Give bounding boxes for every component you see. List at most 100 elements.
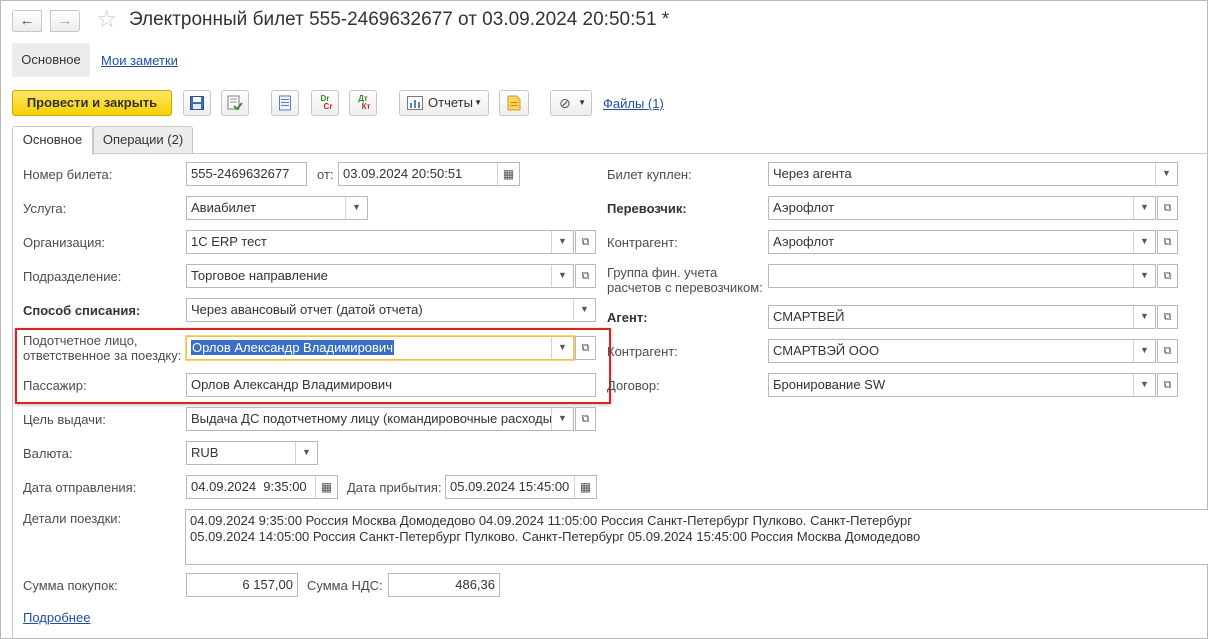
chevron-down-icon[interactable]: ▼ <box>551 265 573 287</box>
save-button[interactable] <box>183 90 211 116</box>
tab-main[interactable]: Основное <box>12 126 93 155</box>
chevron-down-icon[interactable]: ▼ <box>551 231 573 253</box>
agent-counterparty-select[interactable]: СМАРТВЭЙ ООО ▼ <box>768 339 1156 363</box>
purpose-label: Цель выдачи: <box>23 412 106 427</box>
open-icon[interactable]: ⧉ <box>1157 230 1178 254</box>
carrier-label: Перевозчик: <box>607 201 687 216</box>
chevron-down-icon[interactable]: ▼ <box>295 442 317 464</box>
chevron-down-icon[interactable]: ▼ <box>551 408 573 430</box>
accountable-label-line1: Подотчетное лицо, <box>23 333 138 348</box>
chevron-down-icon[interactable]: ▼ <box>1133 374 1155 396</box>
fin-group-label-line1: Группа фин. учета <box>607 265 718 280</box>
service-select[interactable]: Авиабилет ▼ <box>186 196 368 220</box>
accountable-label-line2: ответственное за поездку: <box>23 348 182 363</box>
open-icon[interactable]: ⧉ <box>1157 264 1178 288</box>
vat-sum-label: Сумма НДС: <box>307 578 383 593</box>
section-main[interactable]: Основное <box>12 43 90 77</box>
passenger-label: Пассажир: <box>23 378 87 393</box>
chevron-down-icon[interactable]: ▼ <box>1133 197 1155 219</box>
open-icon[interactable]: ⧉ <box>575 264 596 288</box>
service-value: Авиабилет <box>191 200 257 215</box>
open-icon[interactable]: ⧉ <box>575 407 596 431</box>
arrow-right-icon: → <box>57 12 73 29</box>
agent-label: Агент: <box>607 310 648 325</box>
list-button[interactable] <box>271 90 299 116</box>
chevron-down-icon[interactable]: ▼ <box>345 197 367 219</box>
dr-cr-button[interactable]: Dr Cr <box>311 90 339 116</box>
open-icon[interactable]: ⧉ <box>1157 305 1178 329</box>
section-notes-link[interactable]: Мои заметки <box>101 53 178 68</box>
bought-select[interactable]: Через агента ▼ <box>768 162 1178 186</box>
passenger-field[interactable]: Орлов Александр Владимирович <box>186 373 596 397</box>
agent-select[interactable]: СМАРТВЕЙ ▼ <box>768 305 1156 329</box>
chevron-down-icon[interactable]: ▼ <box>1133 306 1155 328</box>
carrier-select[interactable]: Аэрофлот ▼ <box>768 196 1156 220</box>
more-details-link[interactable]: Подробнее <box>23 610 90 625</box>
organization-select[interactable]: 1С ERP тест ▼ <box>186 230 574 254</box>
post-and-close-button[interactable]: Провести и закрыть <box>12 90 172 116</box>
fin-group-label: Группа фин. учета расчетов с перевозчико… <box>607 265 763 295</box>
currency-select[interactable]: RUB ▼ <box>186 441 318 465</box>
ticket-date-field[interactable]: 03.09.2024 20:50:51 ▦ <box>338 162 520 186</box>
trip-details-label: Детали поездки: <box>23 511 122 526</box>
attach-menu-button[interactable]: ⊘ ▼ <box>550 90 592 116</box>
chevron-down-icon[interactable]: ▼ <box>551 337 573 359</box>
writeoff-method-label: Способ списания: <box>23 303 141 318</box>
files-link[interactable]: Файлы (1) <box>603 96 664 111</box>
list-icon <box>279 95 291 111</box>
open-icon[interactable]: ⧉ <box>1157 339 1178 363</box>
chevron-down-icon[interactable]: ▼ <box>1155 163 1177 185</box>
calendar-icon[interactable]: ▦ <box>497 163 519 185</box>
fin-group-select[interactable]: ▼ <box>768 264 1156 288</box>
ticket-number-value: 555-2469632677 <box>191 166 290 181</box>
purchase-sum-field[interactable]: 6 157,00 <box>186 573 298 597</box>
open-icon[interactable]: ⧉ <box>1157 373 1178 397</box>
note-button[interactable] <box>499 90 529 116</box>
service-label: Услуга: <box>23 201 67 216</box>
document-window: ← → ☆ Электронный билет 555-2469632677 о… <box>0 0 1208 639</box>
page-title: Электронный билет 555-2469632677 от 03.0… <box>129 9 670 30</box>
open-icon[interactable]: ⧉ <box>575 336 596 360</box>
dt-kt-icon: Дт Кт <box>356 95 370 111</box>
calendar-icon[interactable]: ▦ <box>574 476 596 498</box>
ticket-number-label: Номер билета: <box>23 167 113 182</box>
post-button[interactable] <box>221 90 249 116</box>
vat-sum-field[interactable]: 486,36 <box>388 573 500 597</box>
chevron-down-icon[interactable]: ▼ <box>1133 265 1155 287</box>
departure-date-field[interactable]: 04.09.2024 9:35:00 ▦ <box>186 475 338 499</box>
arrow-left-icon: ← <box>19 12 35 29</box>
paperclip-icon: ⊘ <box>559 95 571 111</box>
accountable-person-select[interactable]: Орлов Александр Владимирович ▼ <box>186 336 574 360</box>
department-value: Торговое направление <box>191 268 328 283</box>
calendar-icon[interactable]: ▦ <box>315 476 337 498</box>
ticket-number-field[interactable]: 555-2469632677 <box>186 162 307 186</box>
trip-details-line1: 04.09.2024 9:35:00 Россия Москва Домодед… <box>190 513 913 528</box>
arrival-date-field[interactable]: 05.09.2024 15:45:00 ▦ <box>445 475 597 499</box>
purpose-select[interactable]: Выдача ДС подотчетному лицу (командирово… <box>186 407 574 431</box>
department-select[interactable]: Торговое направление ▼ <box>186 264 574 288</box>
carrier-value: Аэрофлот <box>773 200 835 215</box>
reports-menu-button[interactable]: Отчеты ▼ <box>399 90 489 116</box>
vat-sum-value: 486,36 <box>455 577 495 592</box>
contract-select[interactable]: Бронирование SW ▼ <box>768 373 1156 397</box>
cr-label: Cr <box>323 102 333 111</box>
departure-date-label: Дата отправления: <box>23 480 137 495</box>
trip-details-textarea[interactable]: 04.09.2024 9:35:00 Россия Москва Домодед… <box>185 509 1208 565</box>
bought-value: Через агента <box>773 166 852 181</box>
chevron-down-icon[interactable]: ▼ <box>1133 231 1155 253</box>
contract-value: Бронирование SW <box>773 377 886 392</box>
dt-kt-button[interactable]: Дт Кт <box>349 90 377 116</box>
open-icon[interactable]: ⧉ <box>575 230 596 254</box>
carrier-counterparty-select[interactable]: Аэрофлот ▼ <box>768 230 1156 254</box>
back-button[interactable]: ← <box>12 10 42 32</box>
trip-details-line2: 05.09.2024 14:05:00 Россия Санкт-Петербу… <box>190 529 921 544</box>
forward-button[interactable]: → <box>50 10 80 32</box>
writeoff-method-select[interactable]: Через авансовый отчет (датой отчета) ▼ <box>186 298 596 322</box>
chevron-down-icon[interactable]: ▼ <box>573 299 595 321</box>
tab-operations[interactable]: Операции (2) <box>93 126 193 154</box>
chevron-down-icon: ▼ <box>474 98 482 107</box>
open-icon[interactable]: ⧉ <box>1157 196 1178 220</box>
chevron-down-icon[interactable]: ▼ <box>1133 340 1155 362</box>
currency-label: Валюта: <box>23 446 73 461</box>
star-icon[interactable]: ☆ <box>96 7 118 33</box>
